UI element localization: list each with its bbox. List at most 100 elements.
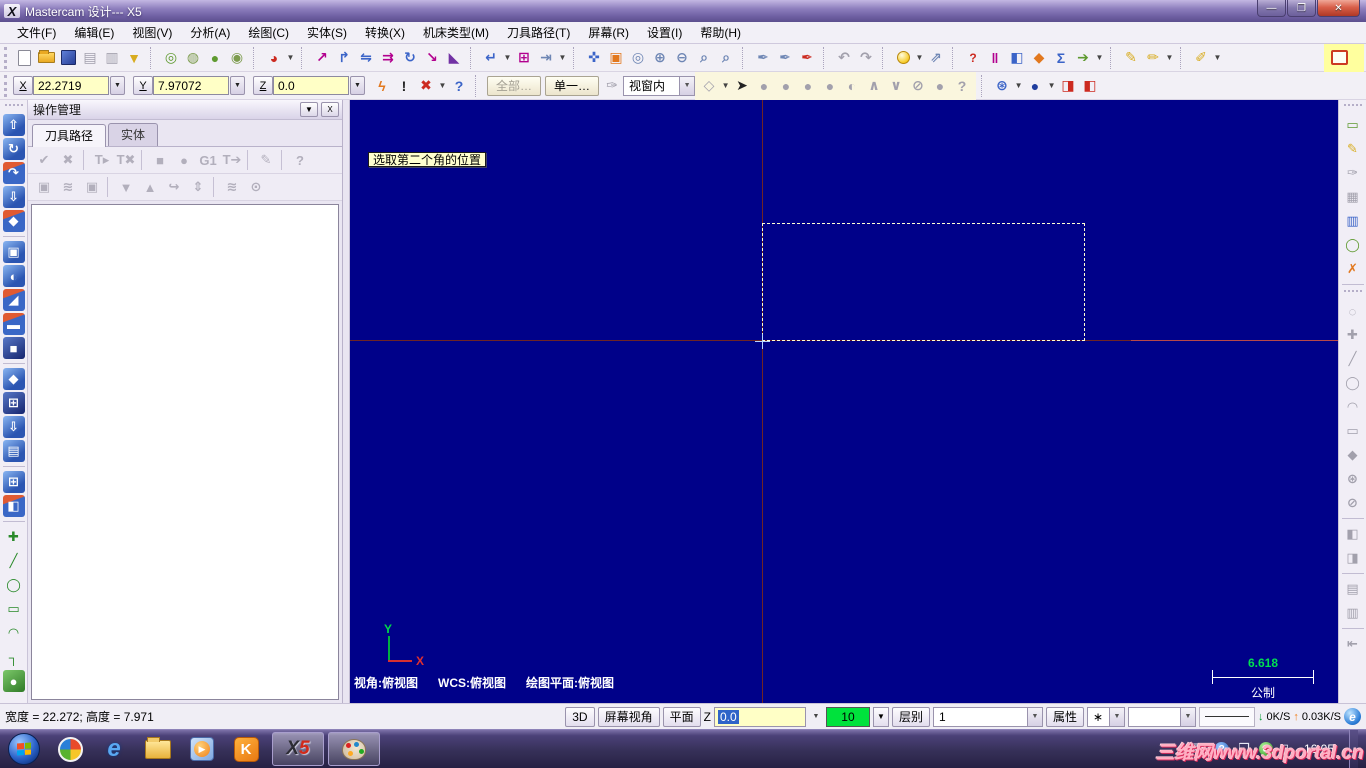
- scale-arrow-icon[interactable]: ⇤: [1342, 633, 1364, 655]
- analyze-dropdown-icon[interactable]: ▼: [1094, 47, 1105, 69]
- operations-tree[interactable]: [31, 204, 339, 700]
- file-merge-icon[interactable]: ▼: [123, 47, 145, 69]
- new-file-icon[interactable]: [13, 47, 35, 69]
- solid-panel-icon[interactable]: ▤: [2, 440, 25, 462]
- taskbar-clock[interactable]: 16:05: [1298, 730, 1340, 768]
- autocursor-help-icon[interactable]: ?: [448, 75, 470, 97]
- zoom-target-icon[interactable]: ◎: [627, 47, 649, 69]
- solid-extrude-icon[interactable]: ⇧: [2, 114, 25, 136]
- toolbar-grip[interactable]: [1343, 290, 1362, 296]
- select-polygon-icon[interactable]: ◇: [698, 75, 720, 97]
- z-coord-dropdown[interactable]: ▼: [350, 76, 365, 95]
- circle-edit-icon[interactable]: ◯: [1342, 372, 1364, 394]
- fit-screen-icon[interactable]: ✜: [583, 47, 605, 69]
- point-style-dropdown[interactable]: ▼: [1109, 707, 1124, 726]
- surface-fill-icon[interactable]: ▤: [1342, 578, 1364, 600]
- toolbar-grip[interactable]: [1343, 104, 1362, 110]
- scroll-insert-icon[interactable]: ⇕: [186, 176, 210, 198]
- solid-sweep-icon[interactable]: ↷: [2, 162, 25, 184]
- primitives-icon[interactable]: ◧: [2, 495, 25, 517]
- solid-push-icon[interactable]: ⇩: [2, 416, 25, 438]
- network-monitor-icon[interactable]: e: [1344, 708, 1361, 725]
- selection-help-icon[interactable]: ?: [951, 75, 973, 97]
- save-file-icon[interactable]: [57, 47, 79, 69]
- analyze-area-icon[interactable]: Σ: [1050, 47, 1072, 69]
- attributes-button[interactable]: 属性: [1045, 706, 1084, 727]
- surface-offset-icon[interactable]: ▥: [1342, 602, 1364, 624]
- mode-3d-button[interactable]: 3D: [565, 706, 595, 727]
- plane-button[interactable]: 平面: [662, 706, 701, 727]
- pan-hand-icon[interactable]: ✑: [1342, 162, 1364, 184]
- regen-dirty-icon[interactable]: T✖: [114, 149, 138, 171]
- toggle-toolpath-display-icon[interactable]: ≋: [56, 176, 80, 198]
- solid-history-icon[interactable]: ◆: [2, 368, 25, 390]
- xform-translate3d-icon[interactable]: ↱: [333, 47, 355, 69]
- select-polygon-dropdown[interactable]: ▼: [720, 75, 731, 97]
- fastpoint-icon[interactable]: !: [393, 75, 415, 97]
- menu-edit[interactable]: 编辑(E): [65, 22, 123, 43]
- wcs-dropdown[interactable]: ▼: [1013, 75, 1024, 97]
- analyze-chain-icon[interactable]: ➔: [1072, 47, 1094, 69]
- color-swatch[interactable]: 10: [825, 706, 870, 727]
- delete-entities-icon[interactable]: ↵: [480, 47, 502, 69]
- surface-trim-icon[interactable]: ◧: [1342, 523, 1364, 545]
- delete-tool-icon[interactable]: ✗: [1342, 258, 1364, 280]
- line-width-dropdown[interactable]: ▼: [1180, 707, 1195, 726]
- menu-toolpaths[interactable]: 刀具路径(T): [498, 22, 579, 43]
- select-window-icon[interactable]: ◐: [841, 75, 863, 97]
- solid-loft-icon[interactable]: ⇩: [2, 186, 25, 208]
- regen-selected-icon[interactable]: T▸: [90, 149, 114, 171]
- render-icon[interactable]: ◕: [263, 47, 285, 69]
- tab-toolpaths[interactable]: 刀具路径: [32, 124, 107, 147]
- window-tray-icon[interactable]: ❒: [1238, 741, 1250, 757]
- taskbar-item-paint[interactable]: [328, 732, 380, 766]
- zoom-previous-icon[interactable]: ⌕: [693, 47, 715, 69]
- attributes-pencil-icon[interactable]: ✎: [1120, 47, 1142, 69]
- taskbar-item-kuwo[interactable]: K: [224, 731, 268, 767]
- wcs-globe-icon[interactable]: ⊛: [991, 75, 1013, 97]
- select-entity-icon[interactable]: ●: [819, 75, 841, 97]
- level-button[interactable]: 层别: [891, 706, 930, 727]
- deselect-all-operations-icon[interactable]: ✖: [56, 149, 80, 171]
- select-single-button[interactable]: 单一…: [545, 75, 600, 96]
- y-coord-button[interactable]: Y: [133, 76, 153, 95]
- select-all-entities-icon[interactable]: ●: [929, 75, 951, 97]
- select-chain-icon[interactable]: ∨: [885, 75, 907, 97]
- xform-dynamic-icon[interactable]: ◣: [443, 47, 465, 69]
- toolbar-handle[interactable]: [4, 46, 9, 69]
- zoom-out-icon[interactable]: ⊖: [671, 47, 693, 69]
- minimize-button[interactable]: —: [1257, 0, 1286, 17]
- z-coord-button[interactable]: Z: [253, 76, 273, 95]
- end-selection-icon[interactable]: ✑: [601, 75, 623, 97]
- y-coord-input[interactable]: 7.97072: [153, 76, 229, 95]
- levels-dropdown-icon[interactable]: ▼: [914, 47, 925, 69]
- line-tool-icon[interactable]: ╱: [1342, 348, 1364, 370]
- in-view-dropdown[interactable]: ▼: [679, 76, 695, 95]
- keyboard-tray-icon[interactable]: ⌨: [1186, 741, 1205, 757]
- point-style-combo[interactable]: ∗ ▼: [1087, 706, 1125, 727]
- move-up-icon[interactable]: ▲: [138, 176, 162, 198]
- planes-sphere-icon[interactable]: ●: [1024, 75, 1046, 97]
- menu-solids[interactable]: 实体(S): [298, 22, 356, 43]
- circle-tool-icon[interactable]: ◯: [1342, 234, 1364, 256]
- select-all-operations-icon[interactable]: ✔: [32, 149, 56, 171]
- color-dropdown[interactable]: ▼: [872, 706, 889, 727]
- create-point-icon[interactable]: ✚: [3, 526, 25, 548]
- post-g1-icon[interactable]: G1: [196, 149, 220, 171]
- menu-machine-type[interactable]: 机床类型(M): [414, 22, 498, 43]
- edit-pencil-icon[interactable]: ✎: [1342, 138, 1364, 160]
- solid-quad-icon[interactable]: ⊞: [2, 392, 25, 414]
- panel-header[interactable]: 操作管理 ▼ X: [28, 100, 342, 120]
- only-display-toolpath-icon[interactable]: ≋: [220, 176, 244, 198]
- menu-settings[interactable]: 设置(I): [638, 22, 691, 43]
- menu-file[interactable]: 文件(F): [8, 22, 65, 43]
- grid-view-icon[interactable]: ▦: [1342, 186, 1364, 208]
- exit-dropdown-icon[interactable]: ▼: [557, 47, 568, 69]
- delete-dropdown-icon[interactable]: ▼: [502, 47, 513, 69]
- solid-fillet-icon[interactable]: ◆: [2, 210, 25, 232]
- move-insert-icon[interactable]: ↪: [162, 176, 186, 198]
- taskbar-item-explorer[interactable]: [136, 731, 180, 767]
- show-desktop-button[interactable]: [1349, 729, 1358, 768]
- create-line-icon[interactable]: ╱: [3, 550, 25, 572]
- analyze-angle-icon[interactable]: ◆: [1028, 47, 1050, 69]
